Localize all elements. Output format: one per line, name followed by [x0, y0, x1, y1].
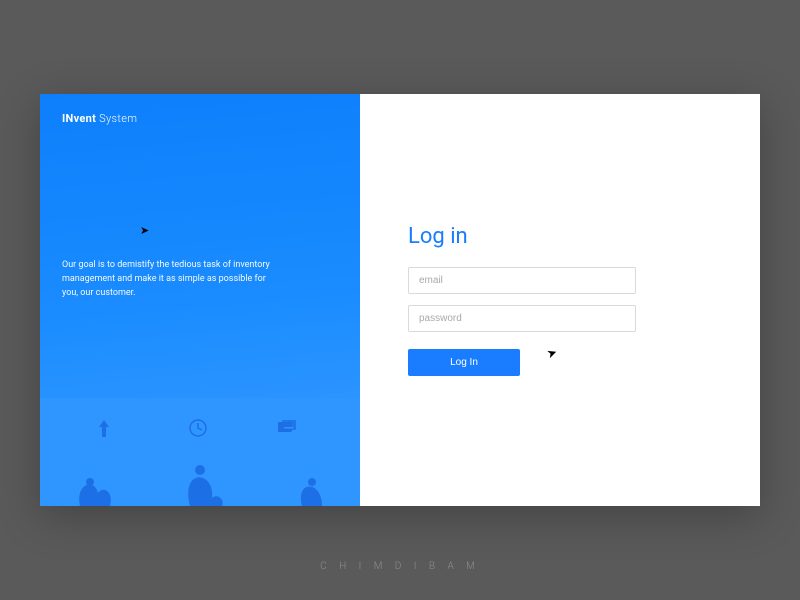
login-button[interactable]: Log In — [408, 349, 520, 376]
brand-name-light: System — [99, 112, 137, 125]
promo-panel: INvent System Our goal is to demistify t… — [40, 94, 360, 506]
author-credit: C H I M D I B A M — [0, 561, 800, 572]
password-field[interactable] — [408, 305, 636, 332]
brand-logo: INvent System — [62, 112, 338, 125]
login-card: INvent System Our goal is to demistify t… — [40, 94, 760, 506]
illustration-icons — [40, 398, 360, 506]
email-field[interactable] — [408, 267, 636, 294]
illustration-panel — [40, 398, 360, 506]
login-title: Log in — [408, 224, 760, 249]
login-panel: Log in Log In ➤ — [360, 94, 760, 506]
tagline-text: Our goal is to demistify the tedious tas… — [62, 259, 277, 301]
brand-name-bold: INvent — [62, 112, 96, 125]
